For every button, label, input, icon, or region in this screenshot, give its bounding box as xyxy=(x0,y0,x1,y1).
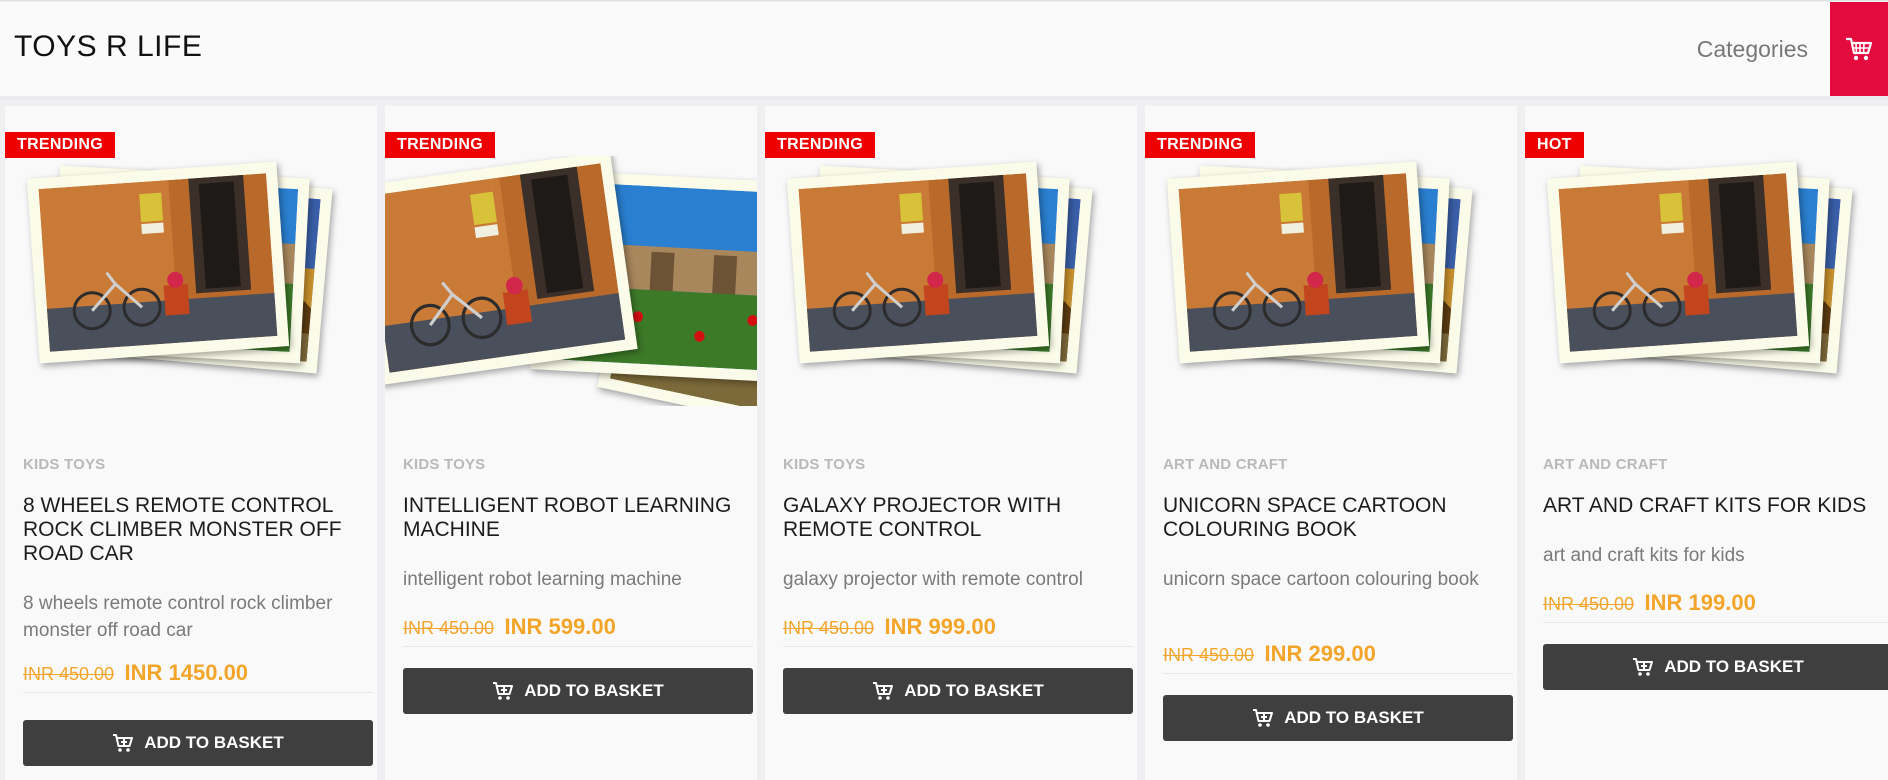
current-price: INR 299.00 xyxy=(1264,641,1376,666)
product-category: ART AND CRAFT xyxy=(1543,456,1668,473)
product-badge: TRENDING xyxy=(385,132,495,158)
product-grid: TRENDING KIDS TOYS 8 WHEELS REMOTE CONTR… xyxy=(0,106,1888,780)
old-price: INR 450.00 xyxy=(403,618,495,638)
product-title[interactable]: INTELLIGENT ROBOT LEARNING MACHINE xyxy=(403,494,753,542)
product-badge: TRENDING xyxy=(1145,132,1255,158)
add-to-basket-label: ADD TO BASKET xyxy=(904,681,1044,700)
brand-logo[interactable]: TOYS R LIFE xyxy=(14,30,202,64)
old-price: INR 450.00 xyxy=(23,664,115,684)
product-badge: TRENDING xyxy=(765,132,875,158)
cart-add-icon xyxy=(873,682,894,700)
product-image-gallery[interactable] xyxy=(1145,156,1517,406)
product-description: intelligent robot learning machine xyxy=(403,569,682,590)
old-price: INR 450.00 xyxy=(1543,594,1635,614)
cart-button[interactable] xyxy=(1830,2,1888,96)
product-photo-main xyxy=(26,161,290,364)
add-to-basket-label: ADD TO BASKET xyxy=(144,733,284,752)
cart-add-icon xyxy=(113,734,134,752)
price-row: INR 450.00 INR 299.00 xyxy=(1163,641,1513,674)
product-image-gallery[interactable] xyxy=(5,156,377,406)
product-title[interactable]: 8 WHEELS REMOTE CONTROL ROCK CLIMBER MON… xyxy=(23,494,373,566)
product-title[interactable]: UNICORN SPACE CARTOON COLOURING BOOK xyxy=(1163,494,1513,542)
price-row: INR 450.00 INR 199.00 xyxy=(1543,590,1888,623)
add-to-basket-button[interactable]: ADD TO BASKET xyxy=(783,668,1133,714)
product-badge: TRENDING xyxy=(5,132,115,158)
product-category: ART AND CRAFT xyxy=(1163,456,1288,473)
cart-add-icon xyxy=(493,682,514,700)
old-price: INR 450.00 xyxy=(1163,645,1255,665)
product-description: art and craft kits for kids xyxy=(1543,545,1745,566)
product-photo-main xyxy=(385,156,638,386)
product-category: KIDS TOYS xyxy=(783,456,866,473)
product-card[interactable]: TRENDING KIDS TOYS GALAXY PROJECTOR WITH… xyxy=(765,106,1137,780)
current-price: INR 999.00 xyxy=(884,614,996,639)
add-to-basket-label: ADD TO BASKET xyxy=(524,681,664,700)
cart-add-icon xyxy=(1633,658,1654,676)
nav-categories-link[interactable]: Categories xyxy=(1697,36,1808,63)
add-to-basket-label: ADD TO BASKET xyxy=(1664,657,1804,676)
product-card[interactable]: TRENDING ART AND CRAFT UNICORN SPACE CAR… xyxy=(1145,106,1517,780)
current-price: INR 1450.00 xyxy=(124,660,249,685)
old-price: INR 450.00 xyxy=(783,618,875,638)
add-to-basket-button[interactable]: ADD TO BASKET xyxy=(1163,695,1513,741)
add-to-basket-button[interactable]: ADD TO BASKET xyxy=(23,720,373,766)
product-photo-main xyxy=(786,161,1050,364)
product-badge: HOT xyxy=(1525,132,1584,158)
product-description: unicorn space cartoon colouring book xyxy=(1163,569,1479,590)
product-title[interactable]: ART AND CRAFT KITS FOR KIDS xyxy=(1543,494,1888,518)
product-card[interactable]: TRENDING KIDS TOYS 8 WHEELS REMOTE CONTR… xyxy=(5,106,377,780)
product-category: KIDS TOYS xyxy=(23,456,106,473)
product-photo-main xyxy=(1166,161,1430,364)
price-row: INR 450.00 INR 599.00 xyxy=(403,614,753,647)
cart-icon xyxy=(1845,37,1873,61)
cart-add-icon xyxy=(1253,709,1274,727)
current-price: INR 199.00 xyxy=(1644,590,1756,615)
top-border xyxy=(0,0,1888,1)
price-row: INR 450.00 INR 999.00 xyxy=(783,614,1133,647)
site-header: TOYS R LIFE Categories xyxy=(0,2,1888,97)
add-to-basket-button[interactable]: ADD TO BASKET xyxy=(403,668,753,714)
add-to-basket-label: ADD TO BASKET xyxy=(1284,708,1424,727)
product-image-gallery[interactable] xyxy=(765,156,1137,406)
product-image-gallery[interactable] xyxy=(1525,156,1888,406)
product-category: KIDS TOYS xyxy=(403,456,486,473)
product-card[interactable]: HOT ART AND CRAFT ART AND CRAFT KITS FOR… xyxy=(1525,106,1888,780)
product-card[interactable]: TRENDING KIDS TOYS INTELLIGENT ROBOT LEA… xyxy=(385,106,757,780)
product-image-gallery[interactable] xyxy=(385,156,757,406)
product-description: 8 wheels remote control rock climber mon… xyxy=(23,593,333,641)
product-photo-main xyxy=(1546,161,1810,364)
product-title[interactable]: GALAXY PROJECTOR WITH REMOTE CONTROL xyxy=(783,494,1133,542)
product-description: galaxy projector with remote control xyxy=(783,569,1083,590)
current-price: INR 599.00 xyxy=(504,614,616,639)
price-row: INR 450.00 INR 1450.00 xyxy=(23,660,373,693)
add-to-basket-button[interactable]: ADD TO BASKET xyxy=(1543,644,1888,690)
